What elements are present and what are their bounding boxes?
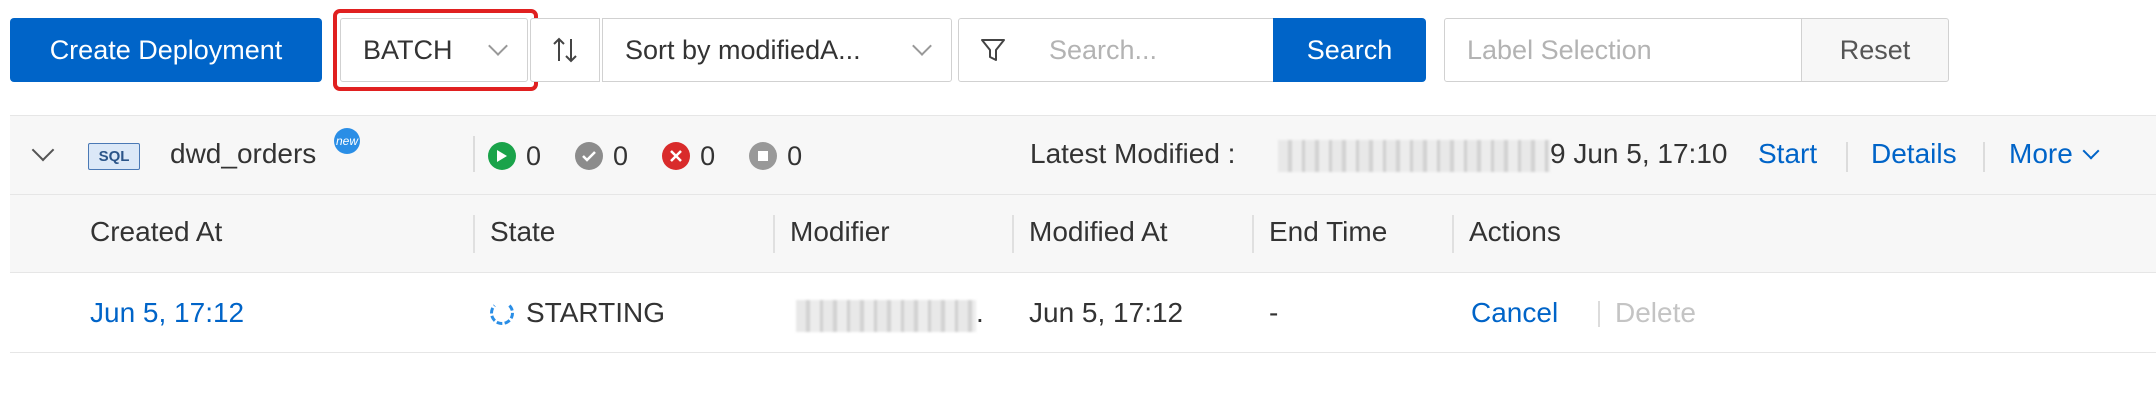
deployment-type-select[interactable]: BATCH: [340, 18, 528, 82]
details-link[interactable]: Details: [1871, 138, 1957, 170]
stopped-count: 0: [787, 140, 803, 171]
create-deployment-button[interactable]: Create Deployment: [10, 18, 322, 82]
end-time-value: -: [1269, 297, 1279, 328]
state-value: STARTING: [526, 297, 665, 328]
created-at-link[interactable]: Jun 5, 17:12: [90, 297, 244, 329]
deployment-type-value: BATCH: [363, 34, 453, 65]
more-label: More: [2009, 138, 2073, 169]
reset-button[interactable]: Reset: [1801, 18, 1949, 82]
divider: [1983, 142, 1985, 172]
table-header: Created At State Modifier Modified At En…: [10, 195, 2156, 273]
column-header-created-at: Created At: [90, 216, 223, 247]
chevron-down-icon: [912, 36, 932, 56]
failed-count: 0: [700, 140, 716, 171]
check-icon: [575, 142, 604, 170]
running-icon: [488, 142, 516, 170]
search-input[interactable]: [1027, 18, 1283, 82]
redacted-text: [796, 300, 976, 332]
start-link[interactable]: Start: [1758, 138, 1817, 170]
redacted-text: [1278, 140, 1550, 172]
status-running: 0: [488, 141, 541, 172]
divider: [473, 136, 475, 172]
column-divider: [1252, 215, 1254, 253]
cancel-button[interactable]: Cancel: [1471, 297, 1558, 329]
column-header-end-time: End Time: [1269, 216, 1388, 247]
column-divider: [1452, 215, 1454, 253]
latest-modified-label: Latest Modified :: [1030, 138, 1236, 169]
deployment-group-header: SQL dwd_orders new 0 0 0 0 Latest Modifi…: [10, 115, 2156, 195]
more-dropdown[interactable]: More: [2009, 138, 2100, 170]
sql-type-badge: SQL: [88, 143, 140, 170]
latest-modified-value: 9 Jun 5, 17:10: [1550, 138, 1728, 169]
filter-icon: [981, 39, 1005, 61]
label-selection-input[interactable]: [1444, 18, 1812, 82]
column-header-modifier: Modifier: [790, 216, 890, 247]
search-button[interactable]: Search: [1273, 18, 1426, 82]
status-counts: 0 0 0 0: [488, 136, 836, 176]
column-divider: [473, 215, 475, 253]
divider: [1846, 142, 1848, 172]
new-badge: new: [334, 128, 360, 154]
divider: [583, 136, 585, 172]
column-header-actions: Actions: [1469, 216, 1561, 247]
collapse-chevron-icon[interactable]: [31, 138, 55, 162]
divider: [1598, 301, 1600, 327]
modified-at-value: Jun 5, 17:12: [1029, 297, 1184, 328]
chevron-down-icon: [488, 36, 508, 56]
sort-select[interactable]: Sort by modifiedA...: [602, 18, 952, 82]
column-header-state: State: [490, 216, 556, 247]
column-divider: [773, 215, 775, 253]
status-stopped: 0: [749, 141, 802, 172]
close-icon: [662, 142, 691, 170]
sort-icon: [553, 37, 577, 63]
chevron-down-icon: [2082, 142, 2100, 160]
running-count: 0: [526, 140, 542, 171]
deployment-name: dwd_orders: [170, 138, 317, 169]
table-row: Jun 5, 17:12 STARTING . Jun 5, 17:12 - C…: [10, 273, 2156, 353]
loading-spinner-icon: [490, 301, 514, 325]
column-divider: [1012, 215, 1014, 253]
sort-select-value: Sort by modifiedA...: [625, 34, 861, 65]
delete-button[interactable]: Delete: [1615, 297, 1696, 329]
column-header-modified-at: Modified At: [1029, 216, 1168, 247]
stop-icon: [749, 142, 778, 170]
toolbar: Create Deployment BATCH Sort by modified…: [10, 9, 2150, 91]
status-failed: 0: [662, 141, 715, 172]
finished-count: 0: [613, 140, 629, 171]
sort-order-button[interactable]: [530, 18, 600, 82]
filter-button[interactable]: [958, 18, 1028, 82]
modifier-suffix: .: [976, 297, 984, 328]
